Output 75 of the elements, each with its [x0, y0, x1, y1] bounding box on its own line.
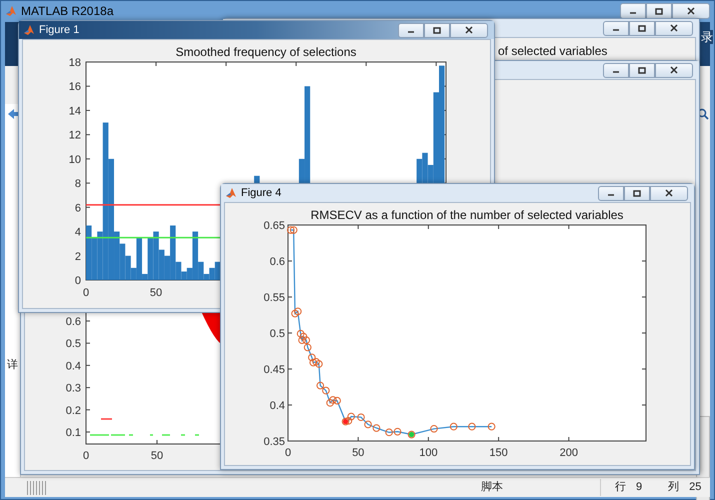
chart-title: RMSECV as a function of the number of selected variables [310, 208, 624, 222]
status-label: 列 [668, 480, 680, 496]
close-button[interactable] [450, 22, 488, 38]
maximize-button[interactable] [424, 22, 450, 38]
axis-tick-label: 12 [68, 130, 81, 142]
status-text: 脚本 [481, 479, 601, 496]
axis-tick-label: 50 [150, 287, 162, 299]
axis-tick-label: 14 [68, 105, 81, 118]
axis-tick-label: 6 [74, 202, 81, 214]
axis-tick-label: 100 [419, 447, 438, 459]
data-point [488, 422, 496, 430]
maximize-button[interactable] [646, 3, 672, 19]
axis-tick-label: 200 [560, 447, 578, 459]
maximize-icon [631, 188, 643, 198]
axis-tick-label: 0.2 [66, 404, 81, 417]
maximize-icon [431, 25, 443, 35]
window-title: Figure 1 [39, 22, 80, 38]
resize-grip[interactable] [27, 480, 47, 494]
close-button[interactable] [672, 3, 710, 19]
axis-tick-label: 0.65 [264, 220, 285, 232]
selection-marker-line [101, 418, 112, 420]
data-point [450, 422, 458, 430]
status-value: 9 [636, 480, 642, 496]
axis-tick-label: 0.35 [264, 436, 285, 448]
chart-title: of selected variables [498, 44, 608, 58]
axis-tick-label: 0.6 [66, 316, 81, 328]
close-button[interactable] [655, 62, 693, 78]
close-button[interactable] [655, 20, 693, 36]
matlab-logo-icon [5, 5, 17, 17]
window-title: Figure 4 [241, 186, 282, 201]
axis-tick-label: 4 [74, 226, 81, 239]
matlab-logo-icon [23, 24, 35, 36]
axis-tick-label: 0.5 [270, 328, 285, 340]
axis-tick-label: 8 [74, 178, 81, 190]
axis-tick-label: 16 [68, 81, 81, 94]
panel-label: 详 [7, 359, 18, 372]
data-point [468, 422, 476, 430]
close-icon [463, 25, 475, 35]
maximize-button[interactable] [629, 62, 655, 78]
axis-tick-label: 50 [352, 447, 364, 459]
close-icon [668, 23, 680, 33]
axis-tick-label: 0.4 [270, 400, 285, 412]
status-label: 行 [615, 480, 626, 496]
axis-tick-label: 10 [68, 154, 81, 166]
axis-tick-label: 0 [82, 287, 90, 299]
matlab-logo-icon [225, 187, 237, 199]
axis-tick-label: 0.4 [66, 360, 81, 372]
axis-tick-label: 0.45 [264, 364, 285, 376]
maximize-button[interactable] [624, 186, 650, 200]
axis-tick-label: 150 [489, 447, 508, 459]
axis-tick-label: 0 [74, 275, 81, 287]
maximize-icon [636, 23, 648, 33]
close-button[interactable] [650, 186, 688, 200]
close-icon [685, 6, 697, 16]
axis-tick-label: 0.5 [66, 338, 81, 350]
chart-title: Smoothed frequency of selections [176, 45, 356, 59]
maximize-icon [653, 6, 665, 16]
data-point [430, 424, 438, 433]
axis-tick-label: 0 [284, 447, 292, 459]
close-icon [663, 188, 675, 198]
close-icon [668, 65, 680, 75]
axis-tick-label: 0.6 [270, 256, 285, 268]
axis-tick-label: 0 [82, 450, 90, 462]
axis-tick-label: 0.3 [66, 382, 81, 395]
axis-tick-label: 18 [68, 57, 81, 69]
axis-tick-label: 2 [74, 250, 81, 263]
axis-tick-label: 0.1 [66, 427, 81, 439]
axis-tick-label: 0.55 [264, 292, 285, 304]
maximize-button[interactable] [629, 20, 655, 36]
status-value: 25 [689, 480, 702, 496]
search-icon [697, 108, 709, 120]
maximize-icon [636, 65, 648, 75]
axis-tick-label: 50 [150, 450, 164, 462]
window-title: MATLAB R2018a [21, 3, 114, 20]
toolstrip-label: 录 [701, 30, 713, 44]
